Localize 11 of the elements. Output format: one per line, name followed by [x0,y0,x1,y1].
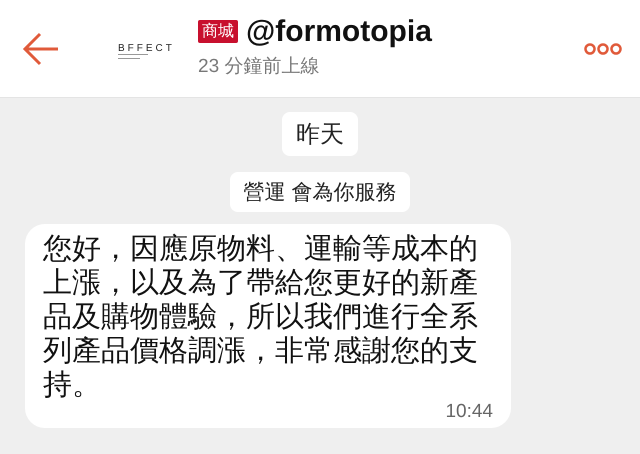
shop-name: @formotopia [246,14,432,48]
system-notice: 營運 會為你服務 [230,172,410,212]
mall-badge: 商城 [198,20,238,43]
date-separator: 昨天 [282,112,358,156]
online-status: 23 分鐘前上線 [198,54,320,78]
message-time: 10:44 [445,402,493,422]
more-icon[interactable] [584,42,622,54]
back-arrow-icon[interactable] [22,32,60,66]
logo-tagline-icon [118,54,148,60]
message-text: 您好，因應原物料、運輸等成本的上漲，以及為了帶給您更好的新產品及購物體驗，所以我們進行全系列產品價格調漲，非常感謝您的支持。 [43,232,479,402]
brand-logo: BFFECT [118,43,175,54]
